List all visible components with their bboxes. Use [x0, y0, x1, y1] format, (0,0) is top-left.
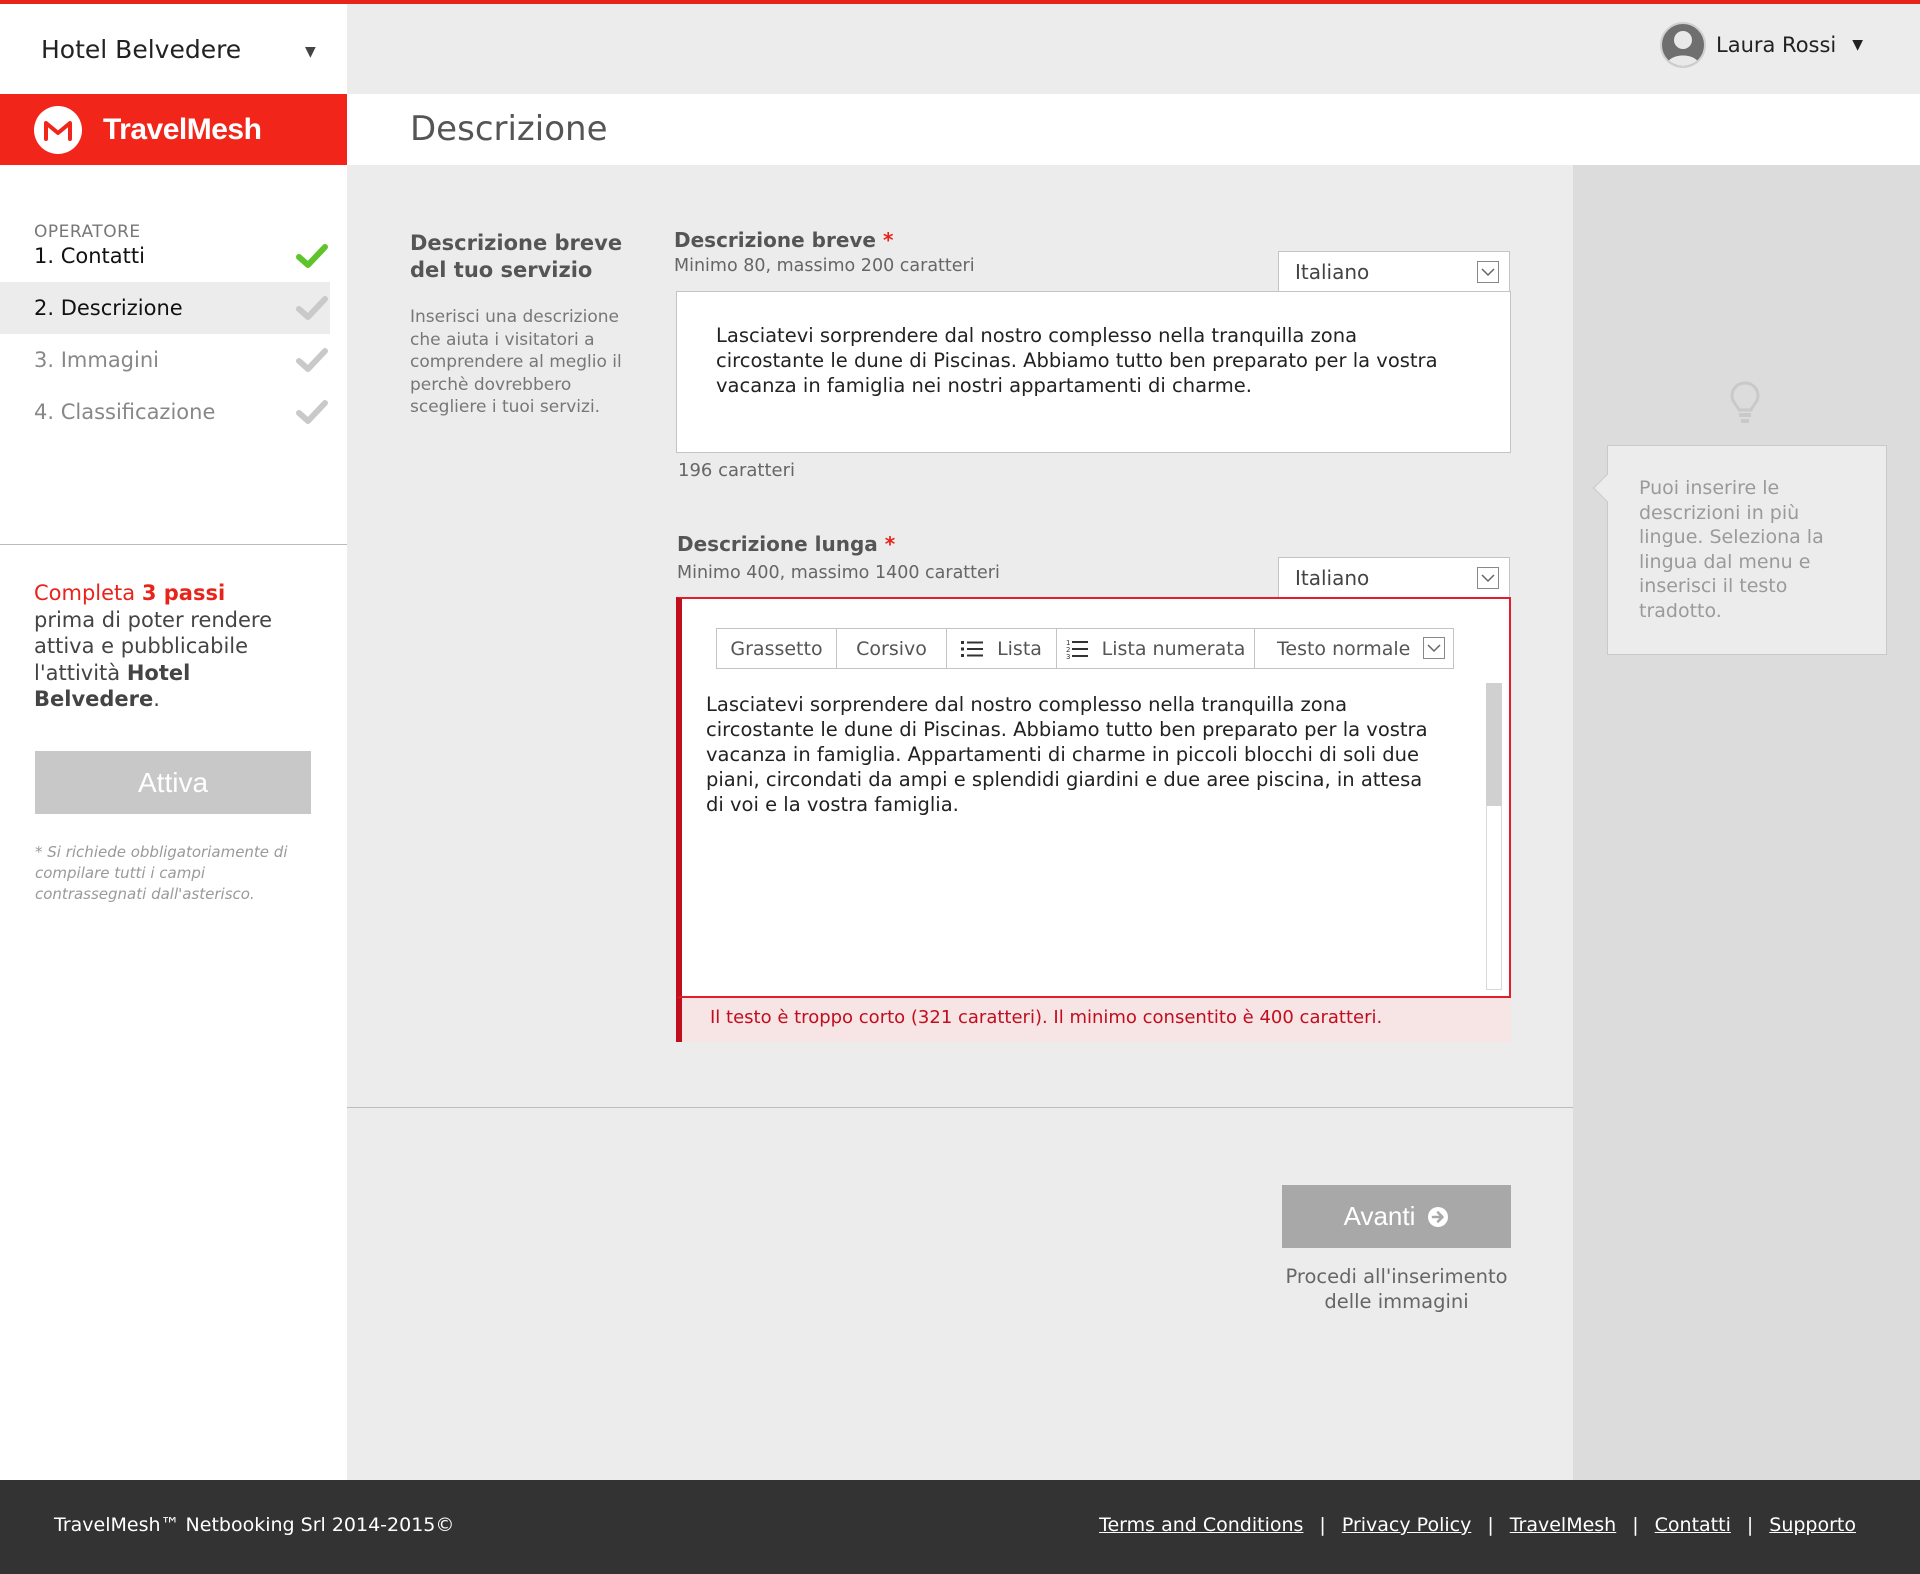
step-label: 4. Classificazione [34, 400, 216, 424]
italic-button[interactable]: Corsivo [837, 629, 947, 668]
step-descrizione[interactable]: 2. Descrizione [0, 282, 330, 334]
long-description-label: Descrizione lunga * [677, 532, 895, 556]
user-name: Laura Rossi [1716, 33, 1837, 57]
footer-link-contatti[interactable]: Contatti [1655, 1514, 1731, 1536]
numbered-list-icon: 1 2 3 [1066, 639, 1088, 659]
short-description-label: Descrizione breve * [674, 228, 893, 252]
next-button[interactable]: Avanti [1282, 1185, 1511, 1248]
short-description-language-select[interactable]: Italiano [1278, 251, 1510, 292]
editor-scrollbar-thumb[interactable] [1486, 683, 1502, 806]
chevron-down-icon [1477, 261, 1499, 283]
next-hint: Procedi all'inserimento delle immagini [1285, 1265, 1508, 1313]
completion-count: 3 passi [141, 581, 226, 605]
list-button-label: Lista [997, 637, 1042, 660]
step-immagini[interactable]: 3. Immagini [0, 334, 330, 386]
hotel-selector-label: Hotel Belvedere [41, 34, 242, 64]
activate-button[interactable]: Attiva [35, 751, 311, 814]
footer-link-travelmesh[interactable]: TravelMesh [1510, 1514, 1617, 1536]
long-description-language-select[interactable]: Italiano [1278, 557, 1510, 597]
section-description: Inserisci una descrizione che aiuta i vi… [410, 307, 622, 417]
footer-separator: | [1632, 1514, 1639, 1536]
checkmark-icon [296, 296, 328, 320]
completion-suffix: . [153, 687, 160, 711]
footer-copyright: TravelMesh™ Netbooking Srl 2014-2015© [54, 1514, 455, 1536]
footer-separator: | [1319, 1514, 1326, 1536]
step-label: 3. Immagini [34, 348, 159, 372]
tip-panel: Puoi inserire le descrizioni in più ling… [1573, 165, 1920, 1480]
tip-box: Puoi inserire le descrizioni in più ling… [1592, 445, 1887, 655]
checkmark-icon [296, 400, 328, 424]
page-title: Descrizione [410, 109, 608, 149]
brand-bar: TravelMesh [0, 94, 347, 165]
section-heading: Descrizione breve del tuo servizio [410, 231, 623, 282]
lightbulb-icon [1730, 381, 1760, 423]
footer: TravelMesh™ Netbooking Srl 2014-2015© Te… [0, 1480, 1920, 1574]
language-value: Italiano [1295, 565, 1370, 590]
required-note: * Si richiede obbligatoriamente di compi… [35, 843, 288, 903]
text-style-value: Testo normale [1277, 637, 1411, 660]
page-title-bar: Descrizione [347, 94, 1920, 165]
sidebar: Hotel Belvedere ▼ TravelMesh OPERATORE 1… [0, 4, 347, 1480]
chevron-down-icon [1423, 637, 1445, 659]
short-description-hint: Minimo 80, massimo 200 caratteri [674, 256, 975, 276]
avatar [1660, 22, 1706, 68]
long-description-label-text: Descrizione lunga [677, 532, 878, 556]
short-description-text: Lasciatevi sorprendere dal nostro comple… [716, 324, 1438, 397]
step-classificazione[interactable]: 4. Classificazione [0, 386, 330, 438]
required-asterisk: * [884, 532, 896, 556]
completion-prefix: Completa [34, 581, 142, 605]
numbered-list-button[interactable]: 1 2 3 Lista numerata [1057, 629, 1255, 668]
editor-toolbar: Grassetto Corsivo Lista 1 2 3 Lista nume… [716, 628, 1454, 669]
bold-button[interactable]: Grassetto [717, 629, 837, 668]
checkmark-icon [296, 244, 328, 268]
user-menu[interactable]: Laura Rossi ▼ [1660, 22, 1863, 68]
user-icon [1666, 31, 1700, 66]
sidebar-divider [0, 544, 347, 545]
hotel-selector[interactable]: Hotel Belvedere ▼ [0, 4, 347, 94]
required-asterisk: * [882, 228, 894, 252]
bullet-list-icon [961, 640, 984, 657]
travelmesh-logo-icon [34, 105, 82, 154]
arrow-right-circle-icon [1428, 1206, 1449, 1227]
footer-separator: | [1487, 1514, 1494, 1536]
next-button-label: Avanti [1343, 1201, 1416, 1231]
step-label: 1. Contatti [34, 244, 145, 268]
footer-link-privacy[interactable]: Privacy Policy [1342, 1514, 1471, 1536]
chevron-down-icon [1477, 567, 1499, 589]
chevron-down-icon: ▼ [305, 44, 316, 60]
short-description-label-text: Descrizione breve [674, 228, 876, 252]
checkmark-icon [296, 348, 328, 372]
short-description-char-count: 196 caratteri [678, 460, 796, 481]
footer-link-terms[interactable]: Terms and Conditions [1099, 1514, 1303, 1536]
long-description-text: Lasciatevi sorprendere dal nostro comple… [706, 693, 1428, 816]
footer-link-supporto[interactable]: Supporto [1769, 1514, 1856, 1536]
list-button[interactable]: Lista [947, 629, 1057, 668]
long-description-hint: Minimo 400, massimo 1400 caratteri [677, 563, 1000, 583]
svg-text:3: 3 [1066, 653, 1070, 659]
step-label: 2. Descrizione [34, 296, 183, 320]
footer-links: Terms and Conditions | Privacy Policy | … [1099, 1514, 1856, 1536]
tip-text: Puoi inserire le descrizioni in più ling… [1639, 477, 1824, 622]
text-style-select[interactable]: Testo normale [1255, 629, 1453, 668]
chevron-down-icon: ▼ [1852, 37, 1864, 53]
footer-separator: | [1746, 1514, 1754, 1536]
error-message: Il testo è troppo corto (321 caratteri).… [710, 1007, 1383, 1028]
numbered-list-button-label: Lista numerata [1101, 637, 1246, 660]
brand-name: TravelMesh [103, 112, 262, 146]
step-contatti[interactable]: 1. Contatti [0, 230, 330, 282]
tip-arrow [1592, 473, 1622, 503]
completion-message: Completa 3 passi prima di poter rendere … [34, 580, 304, 713]
language-value: Italiano [1295, 260, 1370, 284]
main-divider [347, 1107, 1573, 1108]
